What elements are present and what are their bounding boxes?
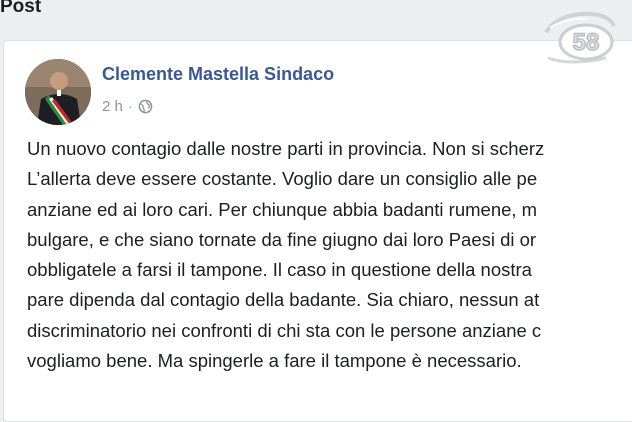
post-text-line: anziane ed ai loro cari. Per chiunque ab… (27, 198, 538, 220)
post-text-line: pare dipenda dal contagio della badante.… (27, 289, 540, 311)
post-meta: 2 h · (102, 96, 153, 116)
post-text-line: obbligatele a farsi il tampone. Il caso … (27, 259, 532, 281)
post-card: Clemente Mastella Sindaco 2 h · Un nuovo… (3, 40, 632, 422)
post-text-line: bulgare, e che siano tornate da fine giu… (27, 228, 537, 250)
author-name[interactable]: Clemente Mastella Sindaco (102, 64, 334, 85)
post-text-line: Un nuovo contagio dalle nostre parti in … (27, 138, 545, 159)
post-time[interactable]: 2 h (102, 98, 123, 115)
post-text: Un nuovo contagio dalle nostre parti in … (27, 134, 632, 376)
section-title: Post (0, 0, 42, 17)
meta-separator: · (127, 98, 133, 114)
post-text-line: L’allerta deve essere costante. Voglio d… (27, 168, 538, 190)
post-text-line: discriminatorio nei confronti di chi sta… (27, 319, 542, 341)
post-text-line: vogliamo bene. Ma spingerle a fare il ta… (27, 350, 522, 372)
author-avatar[interactable] (25, 59, 91, 125)
watermark-logo: 58 (544, 11, 616, 64)
watermark-text: 58 (573, 29, 600, 56)
globe-icon[interactable] (138, 99, 153, 114)
